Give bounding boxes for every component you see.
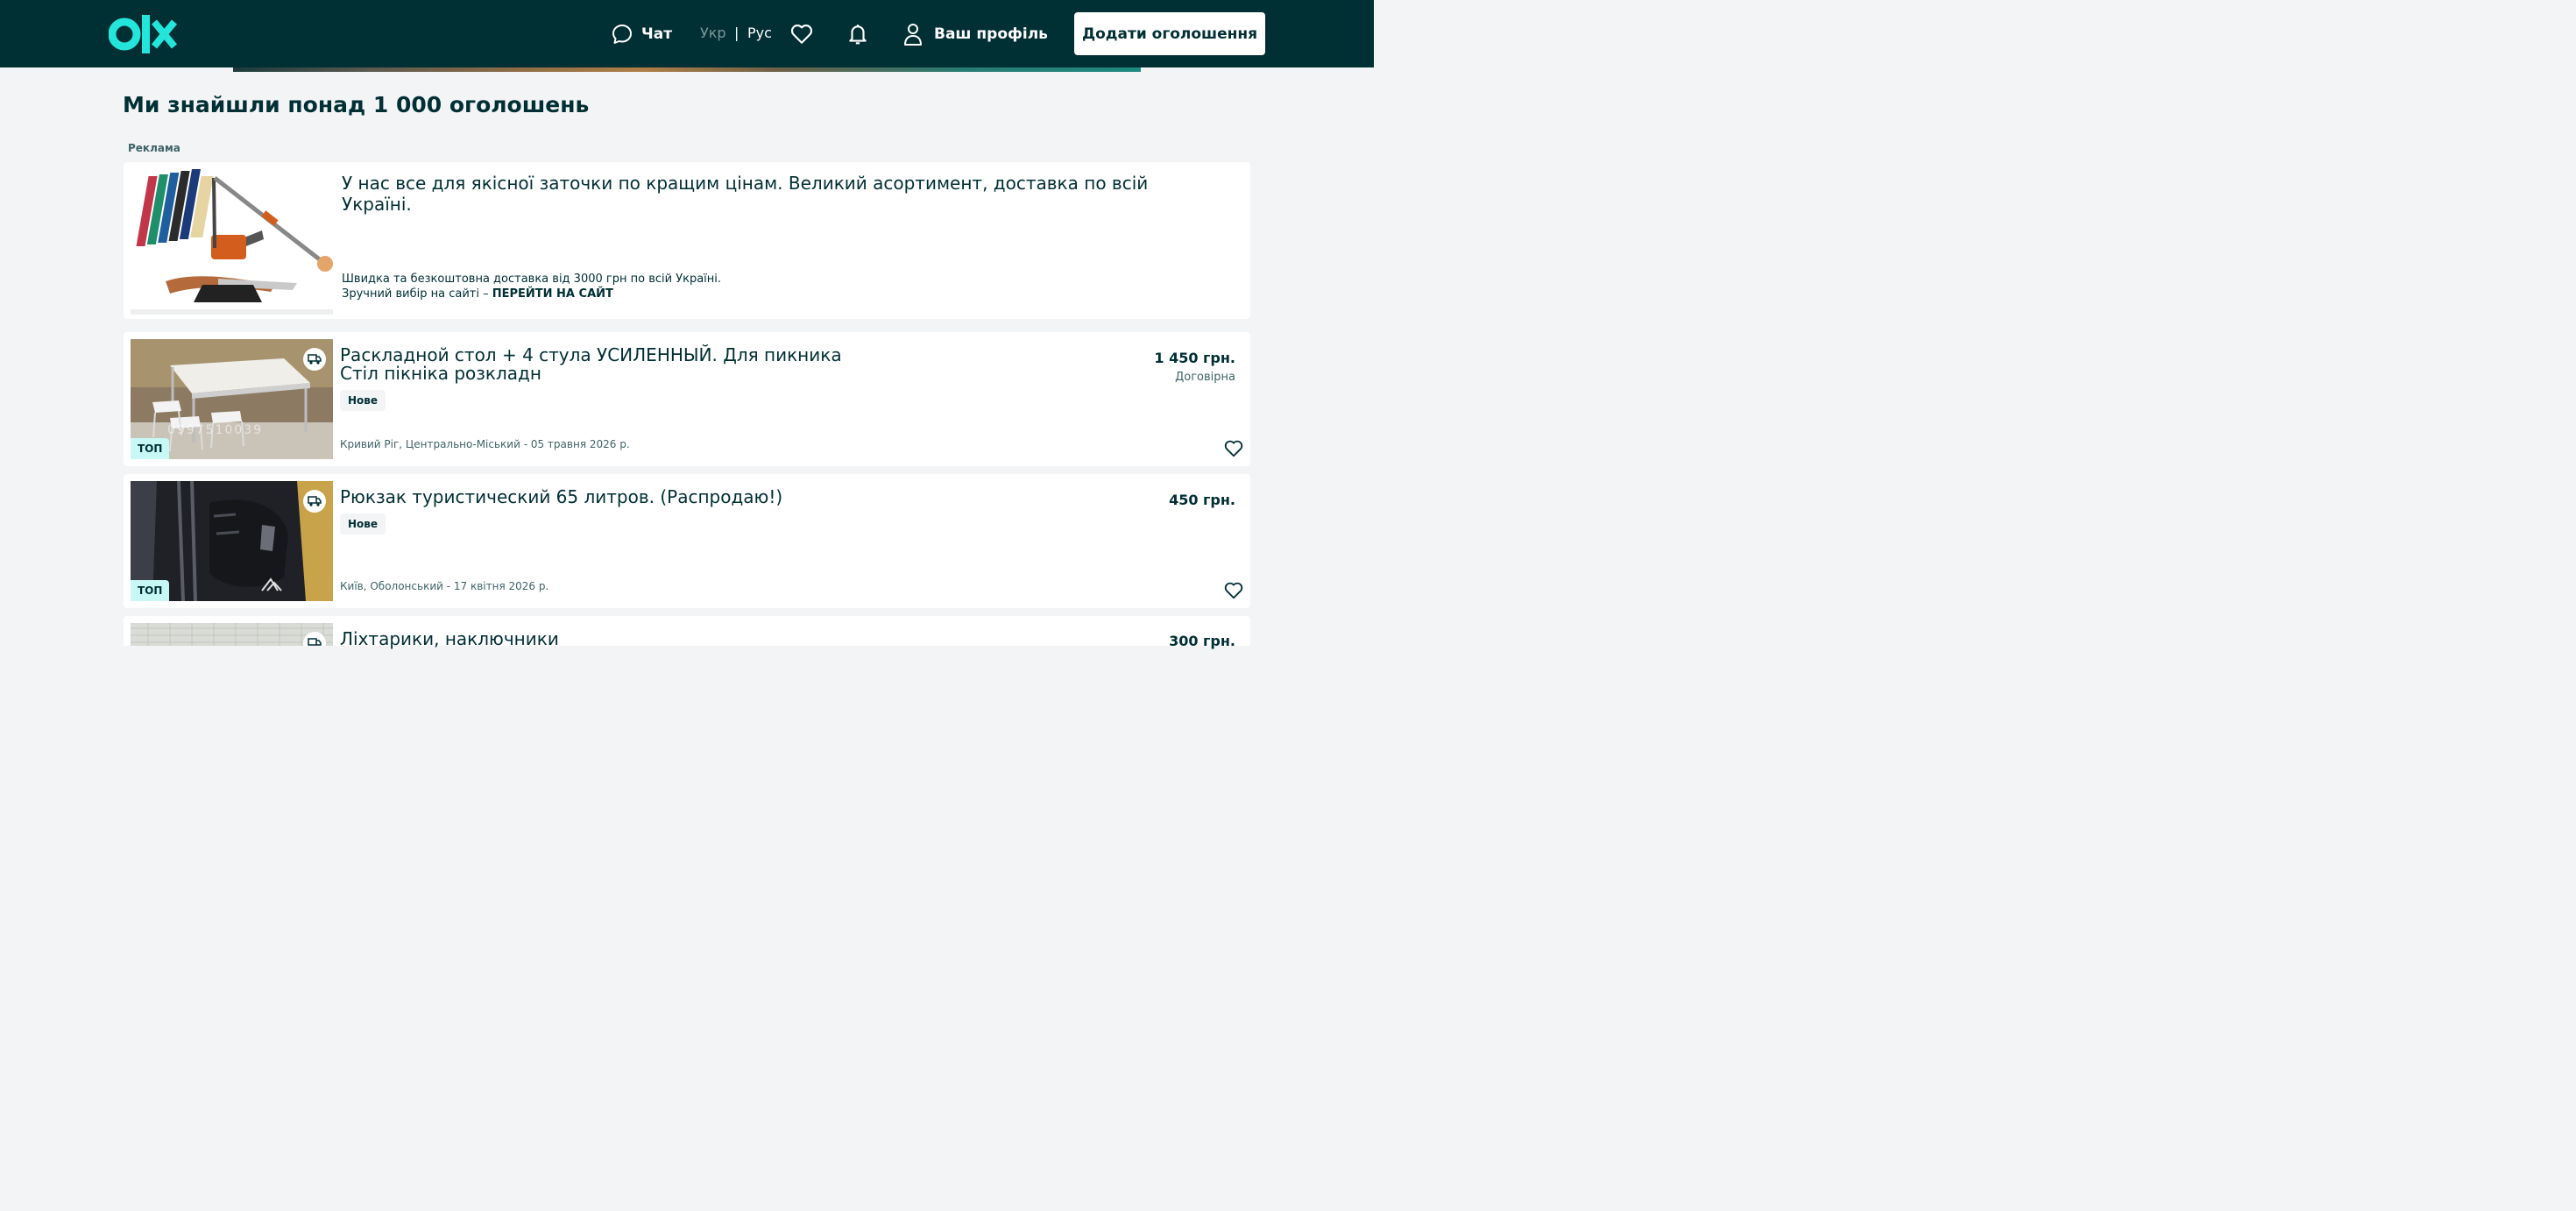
profile-link[interactable]: Ваш профіль [902,0,1048,67]
listing-card[interactable]: 0997510039 ТОП Раскладной стол + 4 стула… [124,332,1250,466]
listing-title[interactable]: Рюкзак туристический 65 литров. (Распрод… [340,488,883,506]
condition-badge: Нове [340,390,386,411]
delivery-badge [303,348,326,371]
listing-card[interactable]: Ліхтарики, наключники 300 грн. [124,616,1250,649]
favorites-heart-icon[interactable] [790,23,813,46]
profile-label: Ваш профіль [934,25,1048,43]
page-title: Ми знайшли понад 1 000 оголошень [123,92,590,117]
top-badge: ТОП [131,580,170,601]
delivery-icon [308,496,322,506]
lang-separator: | [734,25,740,41]
condition-badge: Нове [340,513,386,535]
listing-watermark: 0997510039 [167,423,263,437]
ad-description: Швидка та безкоштовна доставка від 3000 … [342,273,722,286]
listing-card[interactable]: ТОП Рюкзак туристический 65 литров. (Рас… [124,474,1250,608]
lang-ukr[interactable]: Укр [700,25,726,41]
location-date: Кривий Ріг, Центрально-Міський - 05 трав… [340,438,630,450]
top-badge: ТОП [131,438,170,459]
top-header: Чат Укр | Рус Ваш профіль Додати оголоше… [0,0,1374,67]
listing-price: 300 грн. [1169,633,1235,649]
listing-image[interactable]: ТОП [131,481,333,601]
heart-icon[interactable] [1224,581,1243,600]
delivery-icon [308,354,322,365]
ad-cta-prefix: Зручний вибір на сайті – [342,287,492,301]
chat-link[interactable]: Чат [612,0,672,67]
ad-card[interactable]: У нас все для якісної заточки по кращим … [124,162,1250,319]
listing-image[interactable] [131,623,333,646]
listing-price: 1 450 грн. [1154,350,1235,366]
banner-strip [233,67,1141,72]
listing-image[interactable]: 0997510039 ТОП [131,339,333,459]
delivery-icon [308,638,322,646]
delivery-badge [303,490,326,513]
user-icon [904,23,922,46]
listing-price: 450 грн. [1169,492,1235,508]
listing-title[interactable]: Раскладной стол + 4 стула УСИЛЕННЫЙ. Для… [340,346,883,383]
ad-cta-line: Зручний вибір на сайті – ПЕРЕЙТИ НА САЙТ [342,287,613,301]
listing-title[interactable]: Ліхтарики, наключники [340,630,866,648]
ad-label: Реклама [128,142,180,154]
ad-cta-link[interactable]: ПЕРЕЙТИ НА САЙТ [492,287,613,301]
ad-image[interactable] [131,169,333,315]
add-listing-button[interactable]: Додати оголошення [1074,12,1265,55]
bell-icon[interactable] [846,23,869,46]
lang-rus[interactable]: Рус [747,25,772,41]
chat-label: Чат [641,25,673,43]
negotiable-label: Договірна [1175,371,1235,384]
ad-title[interactable]: У нас все для якісної заточки по кращим … [342,173,1218,215]
heart-icon[interactable] [1224,439,1243,458]
location-date: Київ, Оболонський - 17 квітня 2026 р. [340,580,549,592]
olx-logo[interactable] [109,15,177,53]
chat-icon [612,24,632,44]
